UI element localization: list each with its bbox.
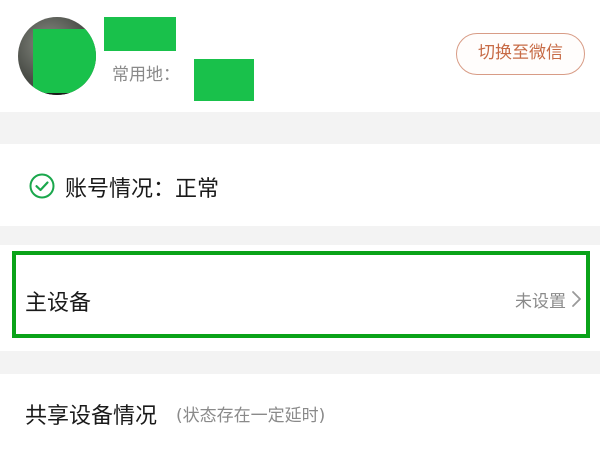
check-circle-icon [29, 173, 55, 199]
shared-devices-note: (状态存在一定延时) [176, 406, 326, 426]
shared-devices-row[interactable]: 共享设备情况 (状态存在一定延时) [0, 374, 600, 450]
profile-header: 常用地： 切换至微信 [0, 0, 600, 112]
primary-device-label: 主设备 [25, 291, 92, 316]
shared-devices-label: 共享设备情况 [25, 404, 158, 429]
chevron-right-icon [572, 291, 581, 307]
switch-to-wechat-button[interactable]: 切换至微信 [456, 33, 585, 75]
primary-device-row[interactable]: 主设备 未设置 [0, 245, 600, 351]
primary-device-value: 未设置 [515, 292, 566, 312]
avatar[interactable] [18, 17, 96, 95]
account-status-row: 账号情况：正常 [0, 144, 600, 226]
username-redaction-mask [104, 17, 176, 51]
avatar-badge [82, 85, 94, 95]
account-status-text: 账号情况：正常 [65, 177, 220, 202]
location-label: 常用地： [112, 65, 180, 85]
avatar-redaction-mask [33, 29, 96, 93]
location-redaction-mask [194, 59, 254, 101]
